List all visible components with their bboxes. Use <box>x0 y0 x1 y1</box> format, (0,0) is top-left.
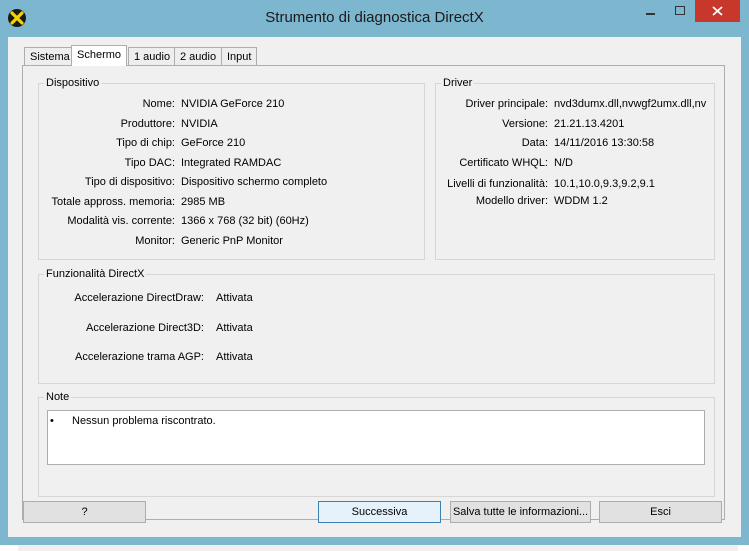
driver-value: N/D <box>554 157 573 169</box>
feature-label: Accelerazione Direct3D: <box>86 322 204 334</box>
maximize-button[interactable] <box>666 0 694 22</box>
feature-value: Attivata <box>216 322 253 334</box>
device-value: Generic PnP Monitor <box>181 235 283 247</box>
help-button[interactable]: ? <box>23 501 146 523</box>
note-bullet: • <box>50 415 54 427</box>
device-label: Tipo di dispositivo: <box>84 176 175 188</box>
driver-label: Certificato WHQL: <box>459 157 548 169</box>
driver-value: 21.21.13.4201 <box>554 118 625 130</box>
device-label: Totale appross. memoria: <box>51 196 176 208</box>
directx-features-group: Funzionalità DirectX Accelerazione Direc… <box>38 268 715 384</box>
background-window-edge <box>18 545 738 551</box>
device-label: Produttore: <box>120 118 175 130</box>
driver-value: WDDM 1.2 <box>554 195 608 207</box>
notes-group-title: Note <box>44 391 72 403</box>
device-group-title: Dispositivo <box>44 77 102 89</box>
minimize-button[interactable] <box>636 0 665 22</box>
device-label: Monitor: <box>135 235 175 247</box>
maximize-icon <box>675 6 685 15</box>
exit-button[interactable]: Esci <box>599 501 722 523</box>
driver-value: nvd3dumx.dll,nvwgf2umx.dll,nv <box>554 98 707 110</box>
device-value: Integrated RAMDAC <box>181 157 282 169</box>
next-page-button[interactable]: Successiva <box>318 501 441 523</box>
device-value: 2985 MB <box>181 196 226 208</box>
driver-value: 10.1,10.0,9.3,9.2,9.1 <box>554 178 655 190</box>
driver-label: Data: <box>521 137 548 149</box>
driver-label: Livelli di funzionalità: <box>447 178 548 190</box>
note-item: Nessun problema riscontrato. <box>72 415 216 427</box>
tab-schermo[interactable]: Schermo <box>71 45 128 66</box>
notes-group: Note • Nessun problema riscontrato. <box>38 391 715 497</box>
tab-1-audio[interactable]: 1 audio <box>128 47 177 65</box>
device-group: Dispositivo Nome: NVIDIA GeForce 210 Pro… <box>38 77 425 260</box>
feature-label: Accelerazione DirectDraw: <box>74 292 204 304</box>
driver-group: Driver Driver principale: nvd3dumx.dll,n… <box>435 77 715 260</box>
driver-label: Driver principale: <box>465 98 548 110</box>
driver-value: 14/11/2016 13:30:58 <box>554 137 655 149</box>
device-value: Dispositivo schermo completo <box>181 176 328 188</box>
tab-input[interactable]: Input <box>221 47 258 65</box>
tab-2-audio[interactable]: 2 audio <box>174 47 223 65</box>
tab-panel-schermo: Dispositivo Nome: NVIDIA GeForce 210 Pro… <box>22 65 725 520</box>
driver-label: Versione: <box>502 118 548 130</box>
device-value: GeForce 210 <box>181 137 246 149</box>
device-label: Tipo di chip: <box>116 137 175 149</box>
device-value: NVIDIA <box>181 118 218 130</box>
device-value: NVIDIA GeForce 210 <box>181 98 285 110</box>
feature-value: Attivata <box>216 351 253 363</box>
features-group-title: Funzionalità DirectX <box>44 268 147 280</box>
driver-group-title: Driver <box>441 77 475 89</box>
driver-label: Modello driver: <box>475 195 548 207</box>
feature-label: Accelerazione trama AGP: <box>74 351 204 363</box>
tab-sistema[interactable]: Sistema <box>24 47 76 65</box>
device-label: Tipo DAC: <box>124 157 175 169</box>
title-bar[interactable]: Strumento di diagnostica DirectX <box>0 0 749 37</box>
client-area: Sistema Schermo 1 audio 2 audio Input Di… <box>8 37 741 537</box>
dxdiag-window: Strumento di diagnostica DirectX Sistema… <box>0 0 749 545</box>
device-value: 1366 x 768 (32 bit) (60Hz) <box>181 215 309 227</box>
device-label: Modalità vis. corrente: <box>67 215 175 227</box>
minimize-icon <box>646 13 655 15</box>
notes-textbox[interactable]: • Nessun problema riscontrato. <box>47 410 705 465</box>
close-icon <box>712 6 723 16</box>
close-button[interactable] <box>695 0 740 22</box>
device-label: Nome: <box>142 98 175 110</box>
feature-value: Attivata <box>216 292 253 304</box>
save-all-information-button[interactable]: Salva tutte le informazioni... <box>450 501 591 523</box>
